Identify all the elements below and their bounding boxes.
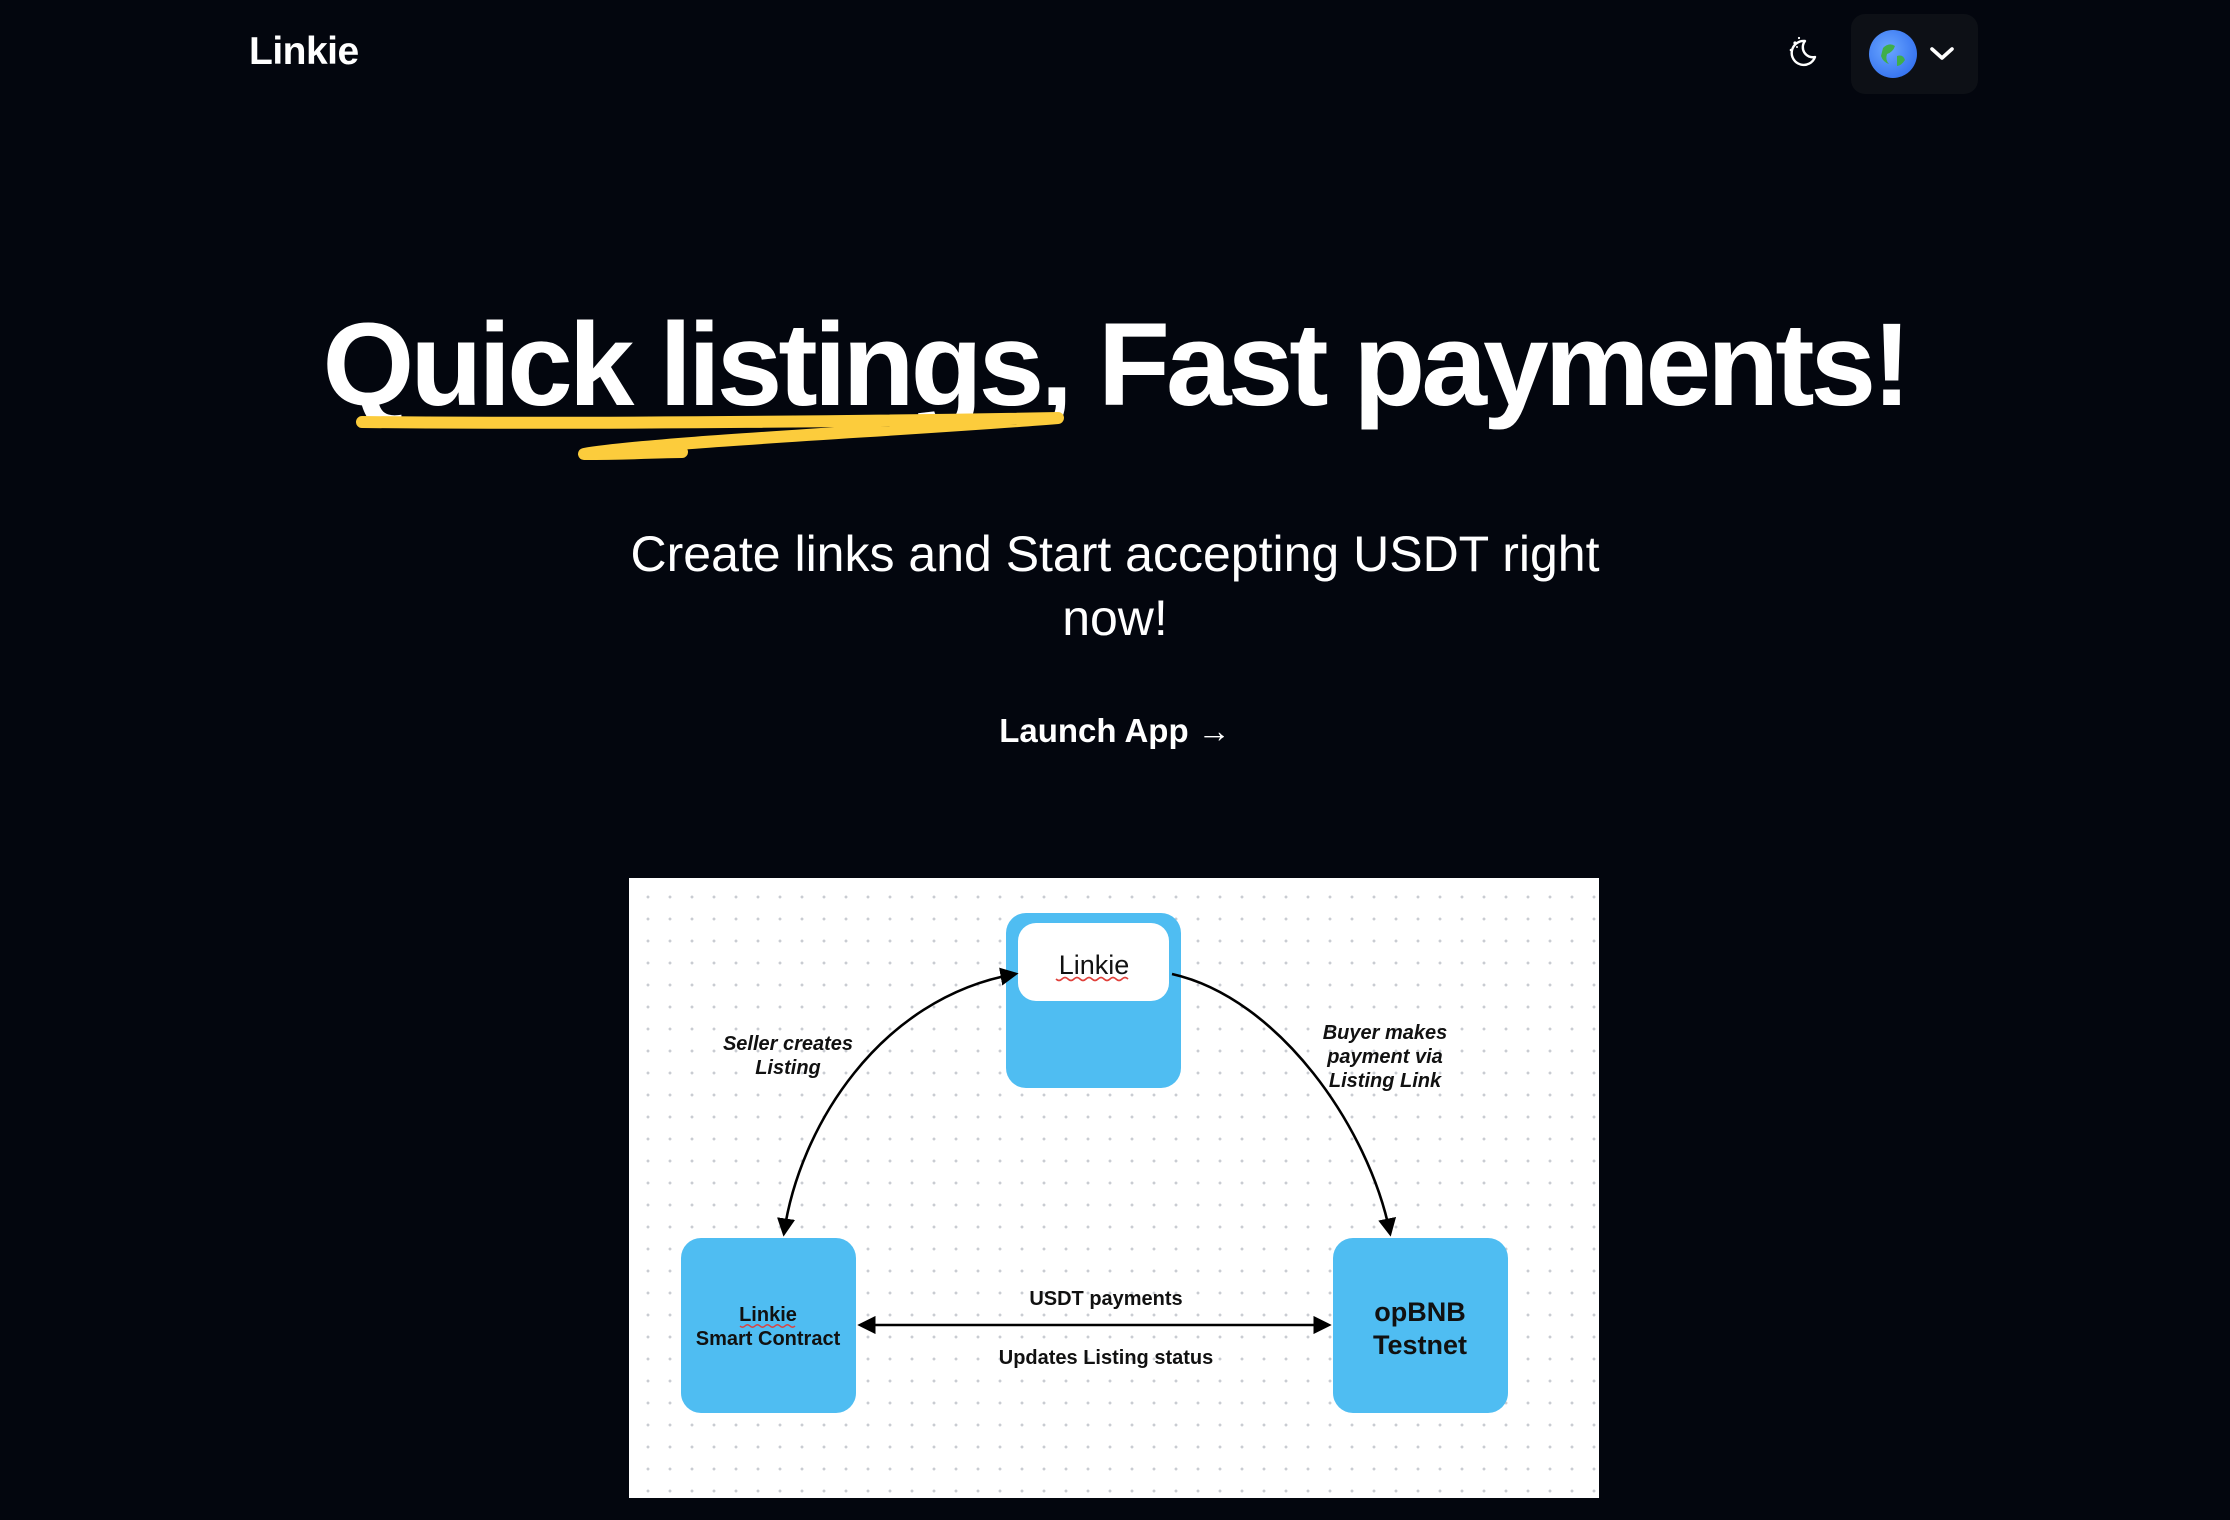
opbnb-label-1: opBNB <box>1374 1297 1465 1327</box>
seller-arrow <box>777 967 1019 1237</box>
opbnb-label-2: Testnet <box>1373 1330 1467 1360</box>
title-underline-scribble <box>356 412 1064 460</box>
hero-subtitle: Create links and Start accepting USDT ri… <box>630 526 1600 646</box>
linkie-node-label: Linkie <box>1059 950 1130 980</box>
network-selector-button[interactable] <box>1851 14 1978 94</box>
brand-logo[interactable]: Linkie <box>249 30 359 74</box>
updates-label: Updates Listing status <box>999 1347 1213 1369</box>
buyer-label-2: payment via <box>1326 1046 1443 1068</box>
buyer-label-3: Listing Link <box>1329 1070 1442 1092</box>
smart-contract-label-2: Smart Contract <box>696 1328 841 1350</box>
chevron-down-icon <box>1930 47 1954 60</box>
flow-diagram: Linkie Linkie Smart Contract opBNB Testn… <box>629 878 1599 1498</box>
moon-stars-icon <box>1789 36 1817 67</box>
launch-app-link[interactable]: Launch App → <box>0 712 2230 750</box>
hero-title: Quick listings, Fast payments! <box>0 300 2230 430</box>
flow-diagram-svg: Linkie Linkie Smart Contract opBNB Testn… <box>681 913 1508 1413</box>
hero-title-rest: Fast payments! <box>1097 299 1912 431</box>
launch-app-label[interactable]: Launch App → <box>999 712 1231 749</box>
buyer-arrow <box>1171 972 1397 1237</box>
buyer-label-1: Buyer makes <box>1323 1022 1448 1044</box>
smart-contract-label-1: Linkie <box>739 1304 797 1326</box>
seller-label-2: Listing <box>755 1057 821 1079</box>
seller-label-1: Seller creates <box>723 1033 853 1055</box>
usdt-label: USDT payments <box>1029 1288 1182 1310</box>
theme-toggle-button[interactable] <box>1786 34 1822 70</box>
globe-icon <box>1869 30 1917 78</box>
